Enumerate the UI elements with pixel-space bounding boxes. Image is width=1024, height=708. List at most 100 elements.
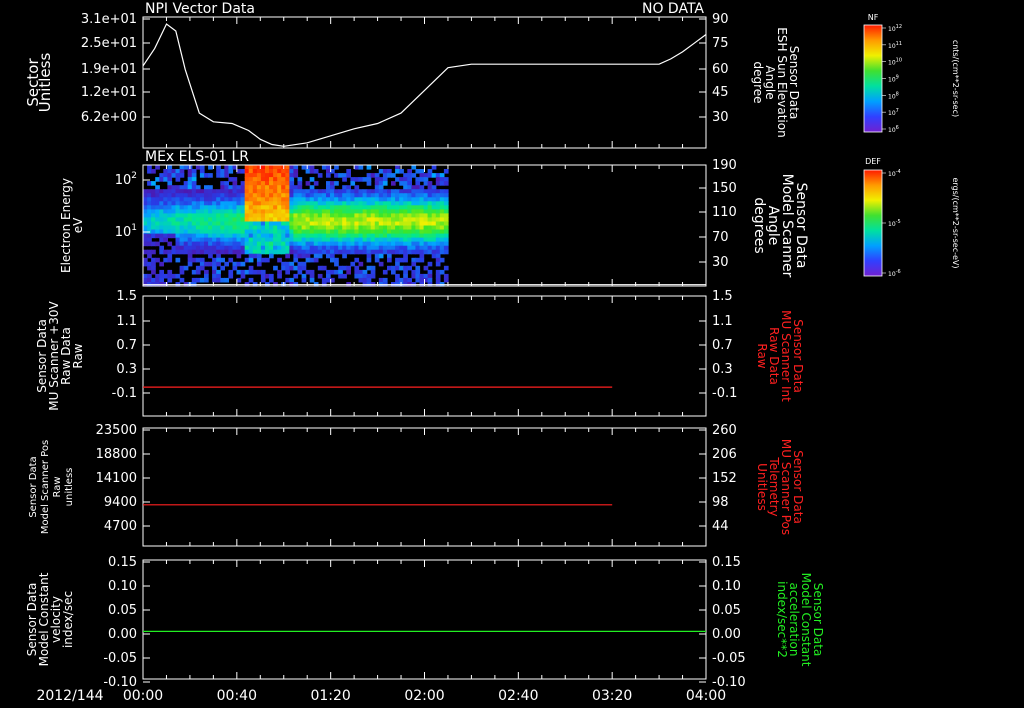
spectrogram-cell	[289, 177, 295, 182]
spectrogram-cell	[305, 197, 311, 202]
spectrogram-cell	[260, 173, 266, 178]
spectrogram-cell	[407, 205, 412, 210]
spectrogram-cell	[281, 209, 286, 214]
spectrogram-cell	[171, 249, 177, 255]
spectrogram-cell	[179, 173, 185, 178]
spectrogram-cell	[269, 245, 274, 251]
spectrogram-cell	[313, 233, 319, 239]
spectrogram-cell	[374, 237, 380, 243]
spectrogram-cell	[232, 241, 238, 247]
spectrogram-cell	[293, 249, 299, 255]
spectrogram-cell	[171, 185, 177, 190]
spectrogram-cell	[159, 177, 164, 182]
spectrogram-cell	[228, 177, 234, 182]
spectrogram-cell	[435, 277, 441, 283]
spectrogram-cell	[175, 213, 181, 218]
spectrogram-cell	[252, 197, 258, 202]
spectrogram-cell	[309, 185, 315, 190]
spectrogram-cell	[326, 169, 331, 174]
spectrogram-cell	[167, 257, 173, 263]
tick-base: 10	[888, 43, 896, 50]
spectrogram-cell	[240, 245, 246, 251]
spectrogram-cell	[427, 261, 433, 267]
spectrogram-cell	[419, 201, 425, 206]
spectrogram-cell	[167, 229, 173, 235]
spectrogram-cell	[407, 173, 412, 178]
spectrogram-cell	[240, 205, 246, 210]
spectrogram-cell	[208, 165, 213, 170]
spectrogram-cell	[293, 233, 299, 239]
spectrogram-cell	[224, 197, 229, 202]
spectrogram-cell	[330, 233, 335, 239]
spectrogram-cell	[297, 233, 303, 239]
spectrogram-cell	[208, 193, 213, 198]
spectrogram-cell	[427, 209, 433, 214]
spectrogram-cell	[305, 241, 311, 247]
spectrogram-cell	[195, 197, 201, 202]
spectrogram-cell	[431, 225, 437, 231]
spectrogram-cell	[208, 201, 213, 206]
spectrogram-cell	[330, 253, 335, 259]
spectrogram-cell	[293, 229, 299, 235]
spectrogram-cell	[374, 217, 380, 222]
spectrogram-cell	[256, 221, 262, 227]
spectrogram-cell	[195, 201, 201, 206]
spectrogram-cell	[399, 237, 404, 243]
spectrogram-cell	[191, 201, 197, 206]
spectrogram-cell	[289, 213, 295, 218]
spectrogram-cell	[285, 225, 290, 231]
spectrogram-cell	[220, 257, 225, 263]
spectrogram-cell	[171, 197, 177, 202]
spectrogram-cell	[285, 253, 290, 259]
spectrogram-cell	[297, 193, 303, 198]
spectrogram-cell	[366, 173, 372, 178]
spectrogram-cell	[403, 277, 408, 283]
spectrogram-cell	[354, 209, 360, 214]
spectrogram-cell	[358, 221, 364, 227]
spectrogram-cell	[309, 201, 315, 206]
spectrogram-cell	[159, 205, 164, 210]
spectrogram-cell	[143, 221, 148, 227]
spectrogram-cell	[281, 261, 286, 267]
spectrogram-cell	[191, 241, 197, 247]
spectrogram-cell	[252, 209, 258, 214]
spectrogram-cell	[187, 197, 193, 202]
spectrogram-cell	[399, 181, 404, 186]
spectrogram-cell	[395, 213, 400, 218]
spectrogram-cell	[301, 225, 307, 231]
spectrogram-cell	[228, 197, 234, 202]
spectrogram-cell	[338, 225, 343, 231]
spectrogram-cell	[305, 269, 311, 275]
spectrogram-cell	[191, 249, 197, 255]
spectrogram-cell	[439, 249, 445, 255]
spectrogram-cell	[435, 253, 441, 259]
spectrogram-cell	[179, 165, 185, 170]
spectrogram-cell	[252, 189, 258, 194]
y-tick-label-left: -0.05	[103, 651, 137, 666]
spectrogram-cell	[366, 225, 372, 231]
x-tick-label: 00:40	[217, 688, 257, 704]
spectrogram-cell	[350, 177, 356, 182]
spectrogram-cell	[191, 237, 197, 243]
spectrogram-cell	[435, 249, 441, 255]
spectrogram-cell	[248, 269, 254, 275]
spectrogram-cell	[212, 265, 217, 271]
spectrogram-cell	[313, 225, 319, 231]
spectrogram-cell	[273, 193, 278, 198]
spectrogram-cell	[403, 181, 408, 186]
y-tick-label-right: 0.7	[712, 338, 733, 353]
spectrogram-cell	[208, 221, 213, 227]
spectrogram-cell	[403, 257, 408, 263]
spectrogram-cell	[212, 233, 217, 239]
left-axis-label-line: Raw	[71, 343, 85, 368]
spectrogram-cell	[265, 221, 270, 227]
spectrogram-cell	[252, 241, 258, 247]
tick-exp: 12	[896, 24, 902, 30]
spectrogram-cell	[191, 169, 197, 174]
spectrogram-cell	[256, 213, 262, 218]
spectrogram-cell	[366, 189, 372, 194]
spectrogram-cell	[269, 249, 274, 255]
spectrogram-cell	[346, 169, 351, 174]
spectrogram-cell	[175, 185, 181, 190]
spectrogram-cell	[159, 189, 164, 194]
